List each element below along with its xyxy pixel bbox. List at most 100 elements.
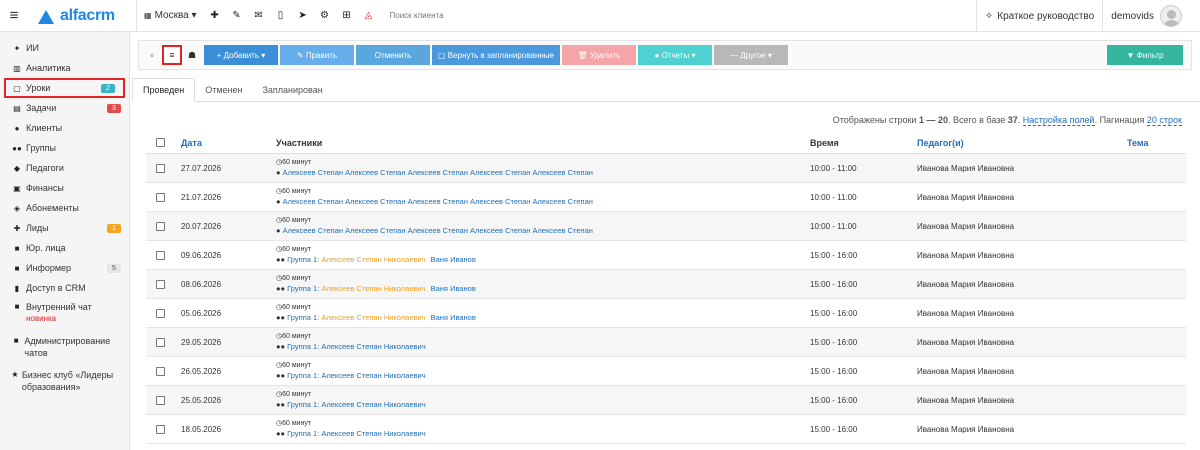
- sidebar-item-chat[interactable]: ■ Внутренний чат новинка: [0, 298, 129, 328]
- group-link[interactable]: Группа 1:: [287, 255, 321, 264]
- lesson-teacher: Иванова Мария Ивановна: [917, 250, 1015, 260]
- header-time: Время: [810, 137, 839, 148]
- row-checkbox[interactable]: [156, 279, 165, 289]
- cancel-button[interactable]: Отменить: [356, 45, 430, 65]
- group-link[interactable]: Группа 1: Алексеев Степан Николаевич: [287, 400, 425, 409]
- participants-link[interactable]: Алексеев Степан Алексеев Степан Алексеев…: [283, 226, 593, 235]
- sidebar-item-ai[interactable]: ✦ ИИ: [0, 38, 129, 58]
- guide-link[interactable]: ✧ Краткое руководство: [975, 0, 1102, 32]
- sidebar-item-clients[interactable]: ● Клиенты: [0, 118, 129, 138]
- sidebar-item-finances[interactable]: ▣ Финансы: [0, 178, 129, 198]
- participant-link[interactable]: Алексеев Степан Николаевич: [321, 284, 425, 293]
- participant-link[interactable]: Ваня Иванов: [431, 255, 476, 264]
- participants-link[interactable]: Алексеев Степан Алексеев Степан Алексеев…: [283, 197, 593, 206]
- wrench-icon[interactable]: ✎: [226, 0, 248, 32]
- participants-link[interactable]: Алексеев Степан Алексеев Степан Алексеев…: [283, 168, 593, 177]
- table-row[interactable]: 29.05.2026 ◷60 минут ●● Группа 1: Алексеев…: [146, 328, 1186, 357]
- plus-icon[interactable]: ✚: [204, 0, 226, 32]
- group-link[interactable]: Группа 1: Алексеев Степан Николаевич: [287, 429, 425, 438]
- sidebar-item-subscriptions[interactable]: ◈ Абонементы: [0, 198, 129, 218]
- sidebar-item-tasks[interactable]: ▤ Задачи 3: [0, 98, 129, 118]
- group-view-icon[interactable]: ☗: [182, 45, 202, 65]
- table-row[interactable]: 18.05.2026 ◷60 минут ●● Группа 1: Алексеев…: [146, 415, 1186, 444]
- user-menu[interactable]: demovids: [1102, 0, 1200, 32]
- field-settings-link[interactable]: Настройка полей: [1022, 115, 1095, 126]
- sidebar-item-analytics[interactable]: ▥ Аналитика: [0, 58, 129, 78]
- sidebar-item-club[interactable]: ★ Бизнес клуб «Лидеры образования»: [0, 366, 129, 396]
- bell-icon[interactable]: ◬: [358, 0, 380, 32]
- row-checkbox[interactable]: [156, 250, 165, 260]
- rows-info: Отображены строки 1 — 20. Всего в базе 3…: [833, 115, 1182, 126]
- table-header: Дата Участники Время Педагог(и) Тема: [146, 132, 1186, 154]
- sidebar-item-label: Аналитика: [26, 63, 71, 73]
- table-row[interactable]: 21.07.2026 ◷60 минут ● Алексеев Степан Але…: [146, 183, 1186, 212]
- table-row[interactable]: 08.06.2026 ◷60 минут ●● Группа 1: Алексеев…: [146, 270, 1186, 299]
- group-link[interactable]: Группа 1: Алексеев Степан Николаевич: [287, 342, 425, 351]
- participant-link[interactable]: Ваня Иванов: [431, 284, 476, 293]
- participant-link[interactable]: Алексеев Степан Николаевич: [321, 255, 425, 264]
- row-checkbox[interactable]: [156, 424, 165, 434]
- duration-text: 60 минут: [282, 159, 312, 166]
- duration: ◷60 минут: [276, 274, 810, 284]
- edit-button[interactable]: ✎ Править: [280, 45, 354, 65]
- logo[interactable]: alfacrm: [36, 7, 136, 25]
- sidebar-item-leads[interactable]: ✚ Лиды 1: [0, 218, 129, 238]
- phone-icon[interactable]: ▯: [270, 0, 292, 32]
- sidebar-item-lessons[interactable]: ▢ Уроки 2: [4, 78, 125, 98]
- list-view-icon[interactable]: ≡: [162, 45, 182, 65]
- duration: ◷60 минут: [276, 216, 810, 226]
- participants-line: ●● Группа 1: Алексеев Степан Николаевич: [276, 429, 810, 439]
- menu-icon[interactable]: ≡: [2, 0, 26, 32]
- sidebar-item-teachers[interactable]: ◆ Педагоги: [0, 158, 129, 178]
- group-link[interactable]: Группа 1: Алексеев Степан Николаевич: [287, 371, 425, 380]
- lesson-time: 15:00 - 16:00: [810, 337, 858, 347]
- sidebar-item-legal[interactable]: ■ Юр. лица: [0, 238, 129, 258]
- row-checkbox[interactable]: [156, 308, 165, 318]
- add-button[interactable]: + Добавить ▾: [204, 45, 278, 65]
- table-row[interactable]: 09.06.2026 ◷60 минут ●● Группа 1: Алексеев…: [146, 241, 1186, 270]
- reports-button[interactable]: ● Отчеты ▾: [638, 45, 712, 65]
- gear-icon[interactable]: ⚙: [314, 0, 336, 32]
- sidebar-item-informer[interactable]: ■ Информер 5: [0, 258, 129, 278]
- return-planned-button[interactable]: ▢ Вернуть в запланированные: [432, 45, 560, 65]
- mail-icon[interactable]: ✉: [248, 0, 270, 32]
- row-checkbox-cell: [146, 337, 181, 347]
- header-topic[interactable]: Тема: [1127, 138, 1186, 148]
- tab-conducted[interactable]: Проведен: [132, 78, 196, 102]
- other-button[interactable]: — Другое ▾: [714, 45, 788, 65]
- pagination-link[interactable]: 20 строк: [1146, 115, 1182, 126]
- branch-select[interactable]: ▦ Москва ▾: [137, 0, 204, 32]
- table-row[interactable]: 26.05.2026 ◷60 минут ●● Группа 1: Алексеев…: [146, 357, 1186, 386]
- table-row[interactable]: 25.05.2026 ◷60 минут ●● Группа 1: Алексеев…: [146, 386, 1186, 415]
- sidebar-item-access[interactable]: ▮ Доступ в CRM: [0, 278, 129, 298]
- sidebar-item-admin[interactable]: ■ Администрирование чатов: [0, 332, 129, 362]
- telegram-icon[interactable]: ➤: [292, 0, 314, 32]
- money-icon: ▣: [13, 183, 21, 193]
- table-row[interactable]: 20.07.2026 ◷60 минут ● Алексеев Степан Але…: [146, 212, 1186, 241]
- delete-button[interactable]: 🗑 Удалить: [562, 45, 636, 65]
- row-checkbox[interactable]: [156, 192, 165, 202]
- header-date[interactable]: Дата: [181, 138, 276, 148]
- row-checkbox[interactable]: [156, 337, 165, 347]
- row-checkbox[interactable]: [156, 221, 165, 231]
- sidebar-item-groups[interactable]: ●● Группы: [0, 138, 129, 158]
- participant-link[interactable]: Ваня Иванов: [431, 313, 476, 322]
- tab-planned[interactable]: Запланирован: [252, 78, 332, 102]
- group-link[interactable]: Группа 1:: [287, 313, 321, 322]
- select-all-checkbox[interactable]: [156, 138, 165, 147]
- tab-canceled[interactable]: Отменен: [195, 78, 252, 102]
- search-input[interactable]: Поиск клиента: [390, 11, 444, 20]
- header-teacher[interactable]: Педагог(и): [917, 138, 1127, 148]
- row-checkbox[interactable]: [156, 395, 165, 405]
- table-row[interactable]: 05.06.2026 ◷60 минут ●● Группа 1: Алексеев…: [146, 299, 1186, 328]
- cart-icon[interactable]: ⊞: [336, 0, 358, 32]
- calendar-view-icon[interactable]: ▫: [142, 45, 162, 65]
- row-checkbox[interactable]: [156, 163, 165, 173]
- row-checkbox[interactable]: [156, 366, 165, 376]
- participant-link[interactable]: Алексеев Степан Николаевич: [321, 313, 425, 322]
- group-link[interactable]: Группа 1:: [287, 284, 321, 293]
- table-row[interactable]: 27.07.2026 ◷60 минут ● Алексеев Степан Але…: [146, 154, 1186, 183]
- participants-line: ●● Группа 1: Алексеев Степан Николаевич: [276, 371, 810, 381]
- row-checkbox-cell: [146, 366, 181, 376]
- filter-button[interactable]: ▼ Фильтр: [1107, 45, 1183, 65]
